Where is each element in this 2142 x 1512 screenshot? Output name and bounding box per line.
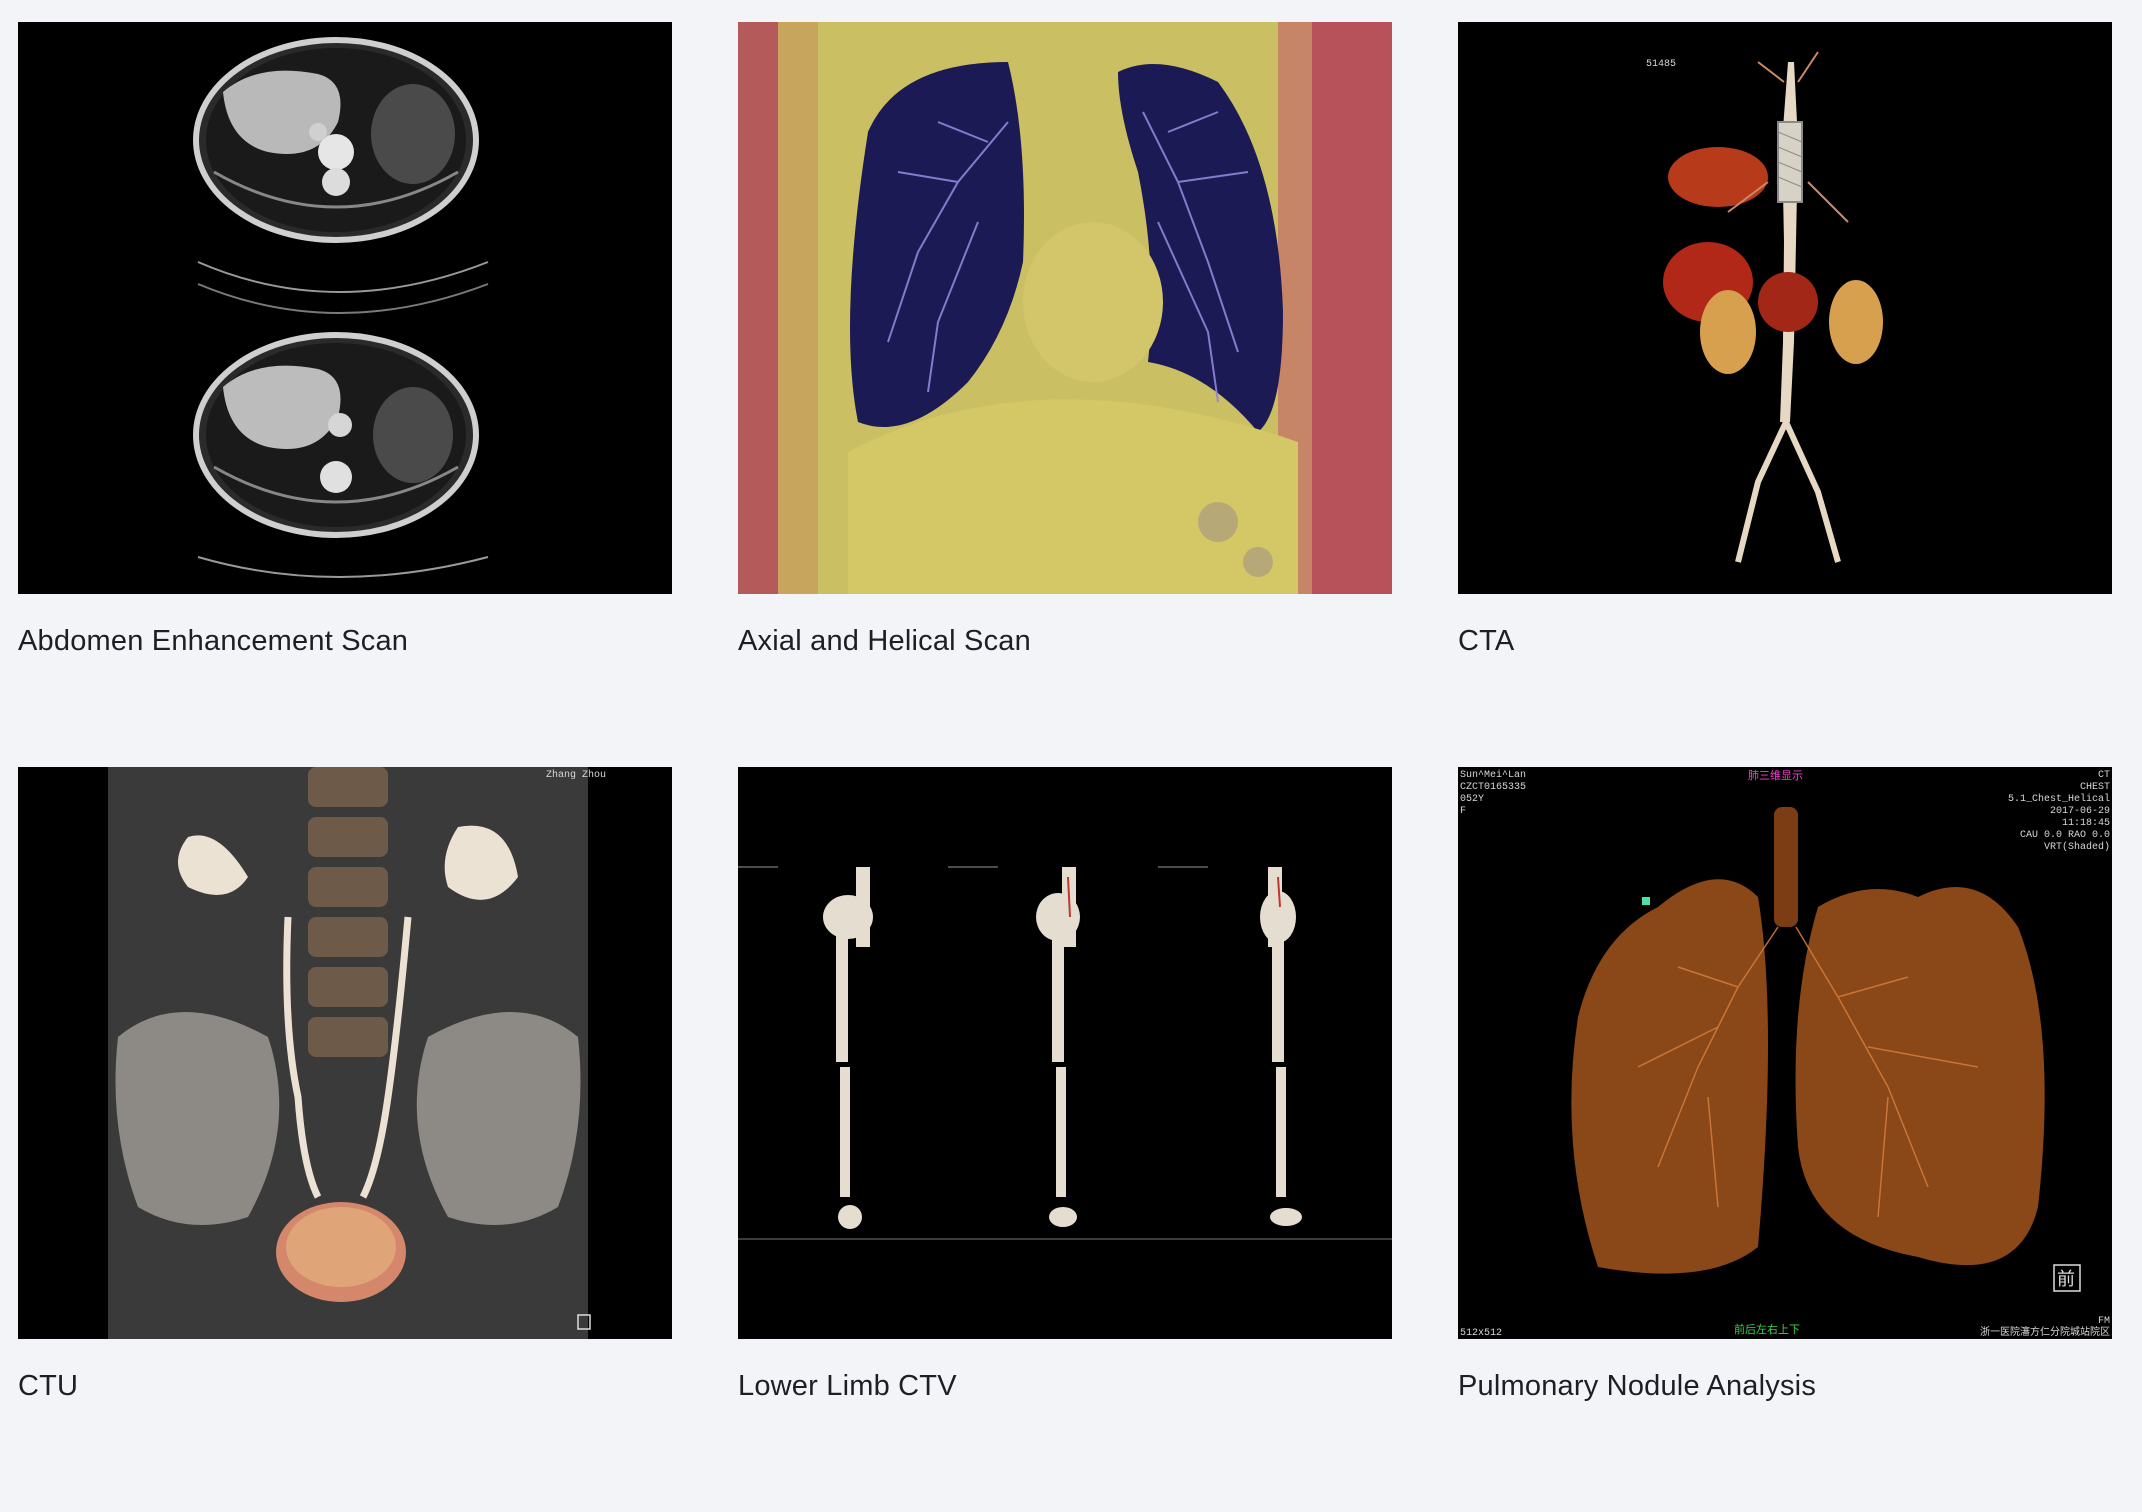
view-direction-overlay: 前 xyxy=(2057,1269,2075,1290)
ctu-image[interactable]: Zhang Zhou xyxy=(18,767,672,1339)
pulmonary-nodule-image[interactable]: Sun^Mei^Lan CZCT0165335 052Y F 肺三维显示 CT … xyxy=(1458,767,2112,1339)
card-title: Pulmonary Nodule Analysis xyxy=(1458,1370,1817,1402)
series-overlay: 5.1_Chest_Helical xyxy=(2008,793,2110,805)
scan-gallery: Abdomen Enhancement Scan Axial and Helic… xyxy=(18,22,2114,1512)
hospital-overlay: 浙一医院瀋方仁分院城站院区 xyxy=(1980,1325,2110,1339)
patient-name-overlay: Sun^Mei^Lan xyxy=(1460,769,1526,781)
abdomen-scan-image[interactable] xyxy=(18,22,672,594)
gallery-card-ctu[interactable]: Zhang Zhou CTU xyxy=(18,767,672,1512)
study-overlay: CT xyxy=(2098,770,2110,781)
time-overlay: 11:18:45 xyxy=(2062,818,2110,829)
cta-image[interactable]: 51485 xyxy=(1458,22,2112,594)
orientation-overlay: 前后左右上下 xyxy=(1734,1322,1800,1336)
matrix-overlay: 512x512 xyxy=(1460,1328,1502,1339)
patient-age-overlay: 052Y xyxy=(1460,794,1484,805)
card-title: Abdomen Enhancement Scan xyxy=(18,625,409,657)
ctu-name-overlay: Zhang Zhou xyxy=(546,769,606,781)
angle-overlay: CAU 0.0 RAO 0.0 xyxy=(2020,830,2110,841)
card-title: CTA xyxy=(1458,625,1515,657)
gallery-card-abdomen[interactable]: Abdomen Enhancement Scan xyxy=(18,22,672,767)
gallery-card-lower-limb-ctv[interactable]: Lower Limb CTV xyxy=(738,767,1392,1512)
render-mode-overlay: VRT(Shaded) xyxy=(2044,841,2110,853)
card-title: Axial and Helical Scan xyxy=(738,625,1031,657)
gallery-card-cta[interactable]: 51485 CTA xyxy=(1458,22,2112,767)
axial-helical-scan-image[interactable] xyxy=(738,22,1392,594)
gallery-card-axial-helical[interactable]: Axial and Helical Scan xyxy=(738,22,1392,767)
lung-header-overlay: 肺三维显示 xyxy=(1748,769,1803,782)
card-title: Lower Limb CTV xyxy=(738,1370,957,1402)
cta-id-overlay: 51485 xyxy=(1646,59,1676,70)
fm-overlay: FM xyxy=(2098,1316,2110,1327)
gallery-card-pulmonary-nodule[interactable]: Sun^Mei^Lan CZCT0165335 052Y F 肺三维显示 CT … xyxy=(1458,767,2112,1512)
date-overlay: 2017-06-29 xyxy=(2050,806,2110,817)
card-title: CTU xyxy=(18,1370,79,1402)
lower-limb-ctv-image[interactable] xyxy=(738,767,1392,1339)
patient-id-overlay: CZCT0165335 xyxy=(1460,782,1526,793)
patient-sex-overlay: F xyxy=(1460,806,1466,817)
body-part-overlay: CHEST xyxy=(2080,782,2110,793)
